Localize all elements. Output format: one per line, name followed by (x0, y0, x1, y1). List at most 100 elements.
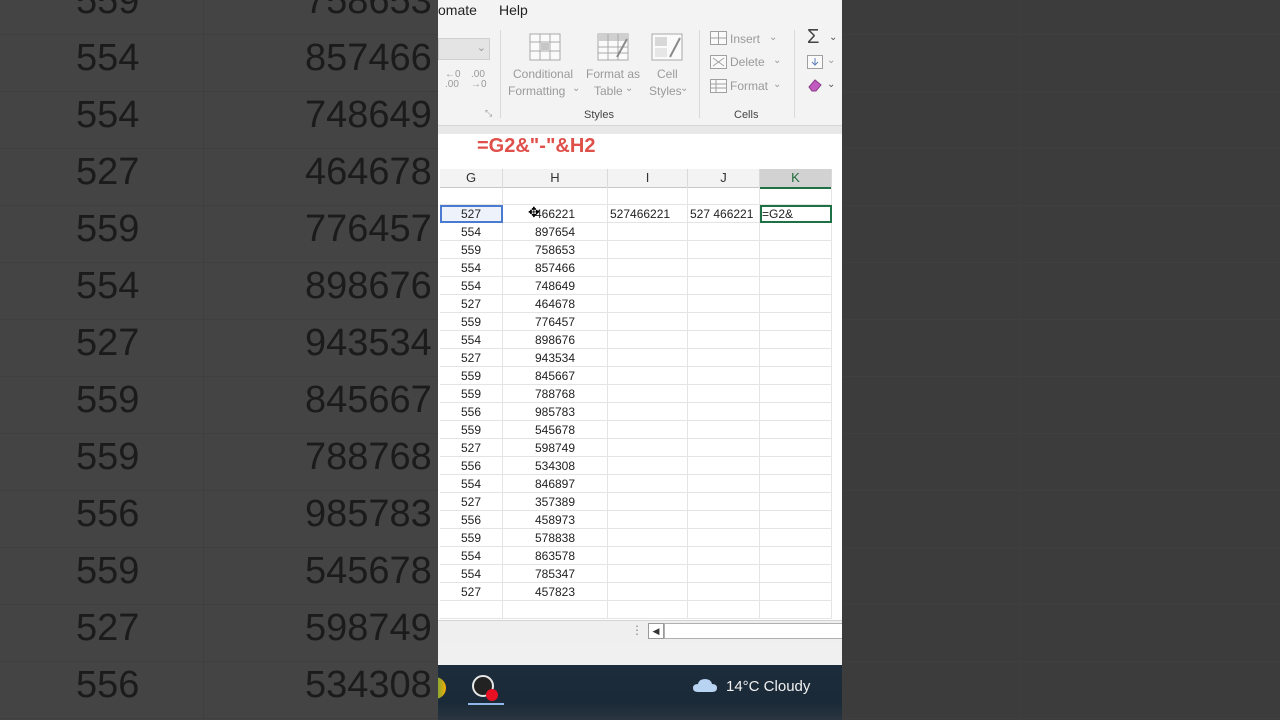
cell-i[interactable] (608, 259, 688, 277)
cell-j[interactable] (688, 367, 760, 385)
cell-i[interactable] (608, 457, 688, 475)
cell-empty[interactable] (503, 601, 608, 619)
cell-j[interactable] (688, 475, 760, 493)
cell-g[interactable]: 554 (440, 259, 503, 277)
cell-k[interactable] (760, 313, 832, 331)
cell-k[interactable] (760, 493, 832, 511)
decrease-decimal-icon[interactable]: .00 →0 (471, 70, 487, 90)
cell-h[interactable]: 846897 (503, 475, 608, 493)
cell-k[interactable] (760, 457, 832, 475)
cell-k[interactable] (760, 565, 832, 583)
cell-i[interactable] (608, 511, 688, 529)
cell-k[interactable] (760, 403, 832, 421)
cell-i[interactable] (608, 223, 688, 241)
cell-g[interactable]: 527 (440, 583, 503, 601)
cell-k[interactable] (760, 241, 832, 259)
cell-g[interactable]: 559 (440, 529, 503, 547)
cell-empty[interactable] (688, 601, 760, 619)
cell-g[interactable]: 554 (440, 475, 503, 493)
cell-g[interactable]: 559 (440, 241, 503, 259)
cell-j[interactable] (688, 583, 760, 601)
cell-h2[interactable]: 466221 (503, 205, 608, 223)
cell-g[interactable]: 556 (440, 457, 503, 475)
eraser-icon[interactable] (807, 78, 823, 92)
cell-j[interactable] (688, 295, 760, 313)
cell-j[interactable] (688, 241, 760, 259)
weather-text[interactable]: 14°C Cloudy (726, 678, 810, 695)
cell-h[interactable]: 457823 (503, 583, 608, 601)
cell-h[interactable]: 897654 (503, 223, 608, 241)
horizontal-scrollbar[interactable] (664, 623, 842, 639)
cell-k[interactable] (760, 223, 832, 241)
cell-j[interactable] (688, 493, 760, 511)
cell-j[interactable] (688, 223, 760, 241)
cell-i[interactable] (608, 331, 688, 349)
cell-j[interactable] (688, 313, 760, 331)
cell-h[interactable]: 458973 (503, 511, 608, 529)
cell-g[interactable]: 527 (440, 439, 503, 457)
cell-empty[interactable] (503, 187, 608, 205)
cell-i[interactable] (608, 385, 688, 403)
cell-h[interactable]: 845667 (503, 367, 608, 385)
cell-h[interactable]: 785347 (503, 565, 608, 583)
cell-j[interactable] (688, 457, 760, 475)
cell-i[interactable] (608, 313, 688, 331)
cell-g[interactable]: 559 (440, 367, 503, 385)
cell-h[interactable]: 788768 (503, 385, 608, 403)
column-header-h[interactable]: H (503, 169, 608, 188)
cell-k[interactable] (760, 421, 832, 439)
cell-k[interactable] (760, 547, 832, 565)
cell-j[interactable] (688, 403, 760, 421)
cell-empty[interactable] (440, 601, 503, 619)
cell-k[interactable] (760, 349, 832, 367)
cell-g[interactable]: 527 (440, 349, 503, 367)
cell-h[interactable]: 863578 (503, 547, 608, 565)
cell-i[interactable] (608, 367, 688, 385)
cell-h[interactable]: 464678 (503, 295, 608, 313)
cell-g[interactable]: 527 (440, 493, 503, 511)
splitter-handle-icon[interactable]: ⋮ (631, 623, 643, 637)
cell-h[interactable]: 857466 (503, 259, 608, 277)
cell-h[interactable]: 985783 (503, 403, 608, 421)
cell-i[interactable] (608, 403, 688, 421)
cell-j[interactable] (688, 277, 760, 295)
cell-empty[interactable] (440, 187, 503, 205)
cell-k[interactable] (760, 331, 832, 349)
cell-k[interactable] (760, 295, 832, 313)
cell-k[interactable] (760, 583, 832, 601)
cell-empty[interactable] (688, 187, 760, 205)
cell-i[interactable] (608, 241, 688, 259)
formula-bar[interactable]: =G2&"-"&H2 (438, 134, 842, 161)
menu-help[interactable]: Help (499, 2, 528, 18)
cell-h[interactable]: 534308 (503, 457, 608, 475)
fill-down-icon[interactable] (807, 55, 823, 69)
cell-k2-editing[interactable]: =G2& (760, 205, 832, 223)
cell-j[interactable] (688, 421, 760, 439)
cell-k[interactable] (760, 259, 832, 277)
cell-g[interactable]: 554 (440, 223, 503, 241)
cell-h[interactable]: 598749 (503, 439, 608, 457)
cell-j[interactable] (688, 385, 760, 403)
cell-g[interactable]: 556 (440, 403, 503, 421)
cell-g2[interactable]: 527 (440, 205, 503, 223)
cell-i[interactable] (608, 565, 688, 583)
column-header-j[interactable]: J (688, 169, 760, 188)
cell-j[interactable] (688, 547, 760, 565)
cell-h[interactable]: 943534 (503, 349, 608, 367)
cell-j[interactable] (688, 439, 760, 457)
cell-i2[interactable]: 527466221 (608, 205, 688, 223)
cell-g[interactable]: 554 (440, 547, 503, 565)
cell-h[interactable]: 776457 (503, 313, 608, 331)
cell-i[interactable] (608, 421, 688, 439)
cell-g[interactable]: 554 (440, 277, 503, 295)
cell-j[interactable] (688, 511, 760, 529)
cell-j[interactable] (688, 349, 760, 367)
cell-i[interactable] (608, 583, 688, 601)
cell-empty[interactable] (608, 601, 688, 619)
cell-h[interactable]: 578838 (503, 529, 608, 547)
cell-i[interactable] (608, 439, 688, 457)
cell-g[interactable]: 556 (440, 511, 503, 529)
increase-decimal-icon[interactable]: ←0.00 (445, 70, 461, 90)
dialog-launcher-icon[interactable]: ⤡ (485, 108, 492, 119)
cell-k[interactable] (760, 277, 832, 295)
